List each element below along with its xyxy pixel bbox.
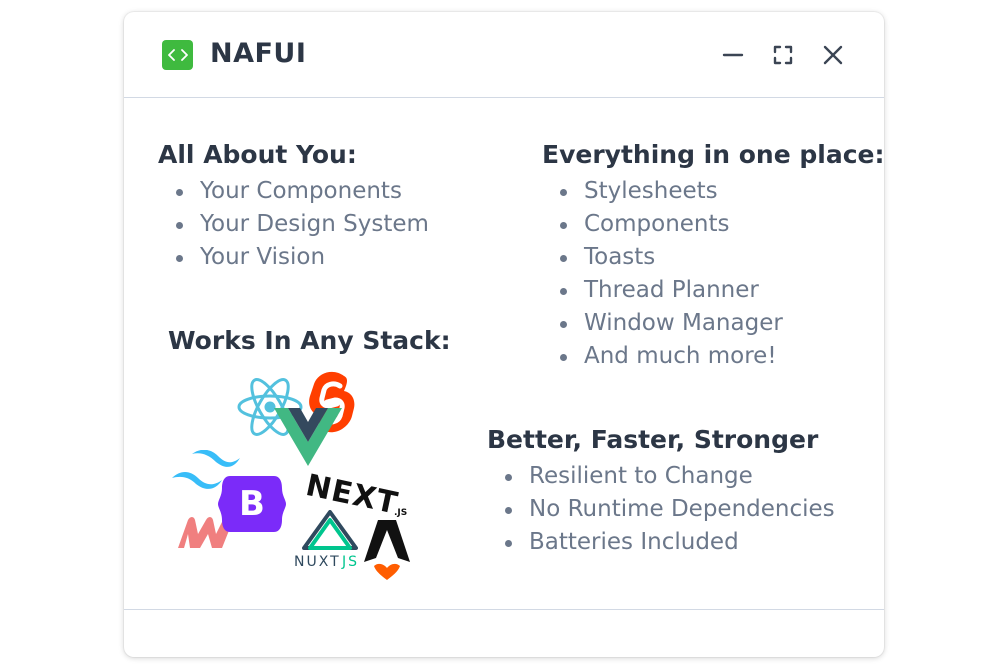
vue-icon	[274, 408, 342, 466]
stack-logos: B NEXT .JS NUXT JS	[164, 368, 424, 588]
list-item: Your Vision	[176, 241, 429, 274]
stack-heading: Works In Any Stack:	[168, 326, 451, 355]
list-item: Thread Planner	[560, 274, 783, 307]
list-item: Your Components	[176, 175, 429, 208]
everything-list: Stylesheets Components Toasts Thread Pla…	[560, 175, 783, 373]
window-footer	[124, 609, 884, 657]
list-item: Components	[560, 208, 783, 241]
window-title: NAFUI	[210, 38, 307, 69]
better-list: Resilient to Change No Runtime Dependenc…	[505, 460, 835, 559]
list-item: And much more!	[560, 340, 783, 373]
code-brackets-icon	[162, 40, 193, 70]
about-heading: All About You:	[158, 140, 357, 169]
list-item: Batteries Included	[505, 526, 835, 559]
nuxtjs-suffix: JS	[342, 554, 360, 570]
maximize-icon	[773, 45, 793, 65]
everything-heading: Everything in one place:	[542, 140, 884, 169]
window-content: All About You: Your Components Your Desi…	[124, 98, 884, 608]
list-item: No Runtime Dependencies	[505, 493, 835, 526]
list-item: Resilient to Change	[505, 460, 835, 493]
nextjs-suffix: .JS	[394, 508, 408, 518]
app-window: NAFUI All About You: Your Components You…	[124, 12, 884, 657]
nuxtjs-icon: NUXT JS	[294, 510, 368, 578]
list-item: Toasts	[560, 241, 783, 274]
title-bar[interactable]: NAFUI	[124, 12, 884, 98]
minimize-icon	[722, 53, 744, 57]
nuxtjs-wordmark: NUXT	[294, 554, 341, 570]
bootstrap-icon: B	[218, 476, 286, 532]
about-list: Your Components Your Design System Your …	[176, 175, 429, 274]
maximize-button[interactable]	[768, 40, 798, 70]
list-item: Window Manager	[560, 307, 783, 340]
close-icon	[823, 45, 843, 65]
bootstrap-letter: B	[239, 484, 265, 524]
better-heading: Better, Faster, Stronger	[487, 425, 819, 454]
list-item: Your Design System	[176, 208, 429, 241]
close-button[interactable]	[818, 40, 848, 70]
astro-icon	[364, 520, 410, 580]
minimize-button[interactable]	[718, 40, 748, 70]
list-item: Stylesheets	[560, 175, 783, 208]
